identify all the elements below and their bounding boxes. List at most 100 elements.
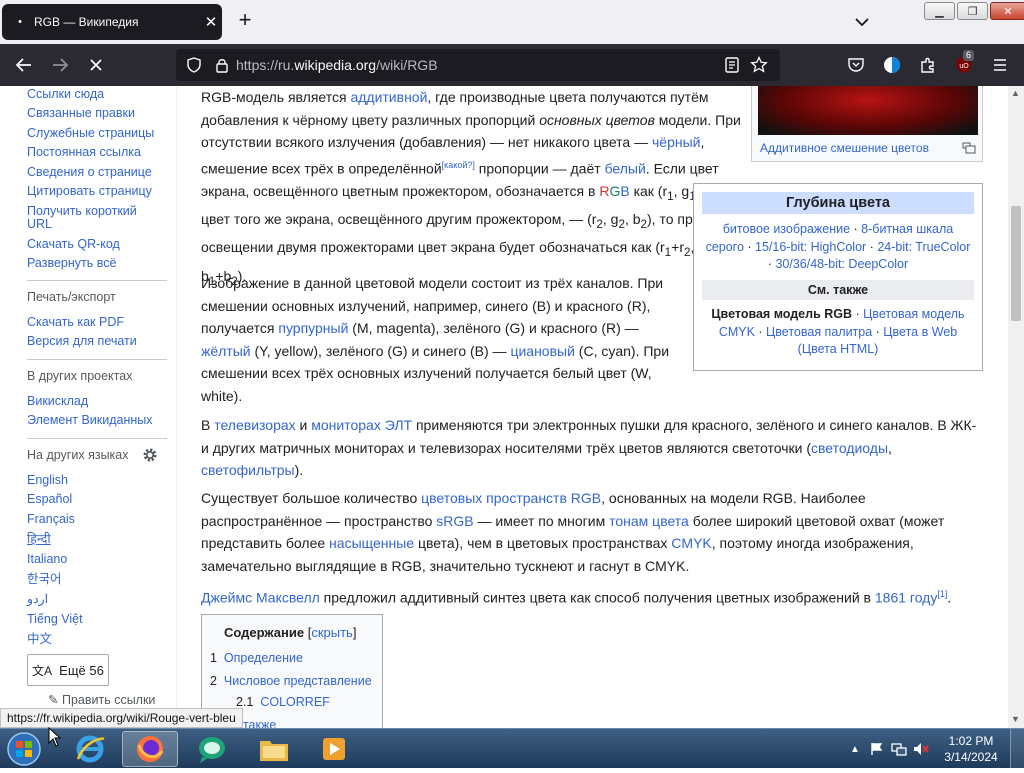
sidebar-divider: [27, 280, 167, 281]
scroll-down-arrow[interactable]: ▼: [1011, 714, 1020, 724]
language-link[interactable]: 한국어: [27, 572, 62, 587]
language-link[interactable]: English: [27, 473, 68, 488]
tab-active[interactable]: • RGB — Википедия ✕: [2, 4, 222, 40]
sidebar-link-special-pages[interactable]: Служебные страницы: [27, 126, 154, 141]
lock-icon[interactable]: [212, 57, 232, 73]
account-icon[interactable]: [876, 49, 908, 81]
show-desktop-button[interactable]: [1010, 729, 1024, 769]
article-link[interactable]: чёрный: [652, 134, 700, 150]
article-link[interactable]: циановый: [510, 343, 574, 359]
article-link[interactable]: Цветовая палитра: [766, 325, 872, 339]
article-link[interactable]: светодиоды: [811, 440, 888, 456]
ublock-extension-icon[interactable]: uO 6: [948, 49, 980, 81]
article-link[interactable]: 1861 году: [875, 590, 937, 606]
sidebar-link-wikidata[interactable]: Элемент Викиданных: [27, 413, 153, 428]
maximize-button[interactable]: ❐: [957, 2, 988, 20]
pocket-icon[interactable]: [840, 49, 872, 81]
more-languages-button[interactable]: 文A Ещё 56: [27, 654, 109, 686]
article-link[interactable]: 30/36/48-bit: DeepColor: [775, 257, 908, 271]
sidebar-link-permanent-link[interactable]: Постоянная ссылка: [27, 145, 141, 160]
list-all-tabs-icon[interactable]: [852, 12, 872, 32]
show-hidden-icons-arrow[interactable]: ▲: [844, 744, 866, 755]
firefox-taskbar-icon[interactable]: [122, 731, 178, 767]
extensions-icon[interactable]: [912, 49, 944, 81]
sidebar-link-expand-all[interactable]: Развернуть всё: [27, 256, 116, 271]
sidebar-link-short-url-2[interactable]: URL: [27, 217, 52, 232]
language-link[interactable]: Español: [27, 492, 72, 507]
tab-close-icon[interactable]: ✕: [200, 13, 222, 31]
article-link[interactable]: жёлтый: [201, 343, 251, 359]
toc-item[interactable]: 1 Определение: [210, 651, 303, 665]
language-settings-gear-icon[interactable]: [142, 447, 158, 468]
sidebar-link-commons[interactable]: Викисклад: [27, 394, 88, 409]
system-tray: ▲ 1:02 PM 3/14/2024: [844, 729, 1024, 769]
clock-time: 1:02 PM: [948, 734, 994, 748]
action-center-flag-icon[interactable]: [866, 742, 888, 756]
article-link[interactable]: светофильтры: [201, 462, 295, 478]
article-link[interactable]: 15/16-bit: HighColor: [755, 240, 866, 254]
sidebar-link-download-pdf[interactable]: Скачать как PDF: [27, 315, 124, 330]
internet-explorer-taskbar-icon[interactable]: [62, 731, 118, 767]
article-link[interactable]: sRGB: [436, 513, 473, 529]
hamburger-menu-icon[interactable]: [984, 49, 1016, 81]
toc-item[interactable]: 2.1 COLORREF: [236, 695, 330, 709]
extension-badge: 6: [963, 50, 975, 61]
article-link[interactable]: CMYK: [671, 535, 711, 551]
language-link[interactable]: Français: [27, 512, 75, 527]
image-caption[interactable]: Аддитивное смешение цветов: [760, 141, 929, 155]
reader-view-icon[interactable]: [724, 57, 740, 76]
enlarge-icon[interactable]: [962, 141, 976, 159]
article-link[interactable]: насыщенные: [329, 535, 414, 551]
article-link[interactable]: мониторах ЭЛТ: [311, 417, 412, 433]
forward-button[interactable]: [44, 49, 76, 81]
navigation-toolbar: https://ru.wikipedia.org/wiki/RGB uO 6: [0, 44, 1024, 86]
file-explorer-taskbar-icon[interactable]: [246, 731, 302, 767]
scroll-up-arrow[interactable]: ▲: [1011, 88, 1020, 98]
language-link[interactable]: 中文: [27, 632, 52, 647]
sidebar-link-what-links-here[interactable]: Ссылки сюда: [27, 87, 104, 102]
navbox-title[interactable]: Глубина цвета: [702, 192, 974, 214]
media-player-taskbar-icon[interactable]: [306, 731, 362, 767]
language-link[interactable]: اردو: [27, 592, 48, 607]
article-link[interactable]: Джеймс Максвелл: [201, 590, 320, 606]
additive-color-image[interactable]: [758, 86, 978, 135]
article-link[interactable]: аддитивной: [350, 89, 427, 105]
system-clock[interactable]: 1:02 PM 3/14/2024: [932, 733, 1010, 765]
minimize-button[interactable]: ▁: [924, 2, 955, 20]
start-button[interactable]: [2, 730, 50, 768]
close-window-button[interactable]: ✕: [990, 2, 1024, 20]
back-button[interactable]: [8, 49, 40, 81]
article-link[interactable]: белый: [605, 160, 646, 176]
edit-links[interactable]: ✎ Править ссылки: [48, 692, 155, 707]
sidebar-link-cite-page[interactable]: Цитировать страницу: [27, 184, 152, 199]
sidebar-link-page-info[interactable]: Сведения о странице: [27, 165, 152, 180]
volume-muted-icon[interactable]: [910, 742, 932, 756]
sidebar-heading-print: Печать/экспорт: [27, 290, 116, 304]
article-link[interactable]: телевизорах: [214, 417, 295, 433]
network-icon[interactable]: [888, 742, 910, 756]
toc-item[interactable]: 2 Числовое представление: [210, 674, 372, 688]
sidebar-link-printable[interactable]: Версия для печати: [27, 334, 137, 349]
sidebar-link-qr-code[interactable]: Скачать QR-код: [27, 237, 120, 252]
sidebar-link-related-changes[interactable]: Связанные правки: [27, 106, 135, 121]
url-text[interactable]: https://ru.wikipedia.org/wiki/RGB: [236, 57, 438, 73]
page-scrollbar[interactable]: ▲ ▼: [1008, 86, 1024, 728]
tracking-protection-icon[interactable]: [184, 57, 204, 73]
language-link[interactable]: Tiếng Việt: [27, 612, 83, 627]
article-link[interactable]: пурпурный: [278, 320, 348, 336]
thumbnail-figure: Аддитивное смешение цветов: [751, 86, 983, 162]
article-link[interactable]: цветовых пространств RGB: [421, 490, 601, 506]
language-link[interactable]: हिन्दी: [27, 532, 51, 547]
article-link[interactable]: тонам цвета: [609, 513, 689, 529]
article-paragraph-3: В телевизорах и мониторах ЭЛТ применяютс…: [201, 417, 977, 478]
article-link[interactable]: 24-bit: TrueColor: [877, 240, 970, 254]
toc-hide-link[interactable]: скрыть: [311, 625, 353, 640]
bookmark-star-icon[interactable]: [750, 55, 768, 77]
new-tab-button[interactable]: +: [232, 8, 258, 34]
scrollbar-thumb[interactable]: [1011, 206, 1021, 321]
chat-app-taskbar-icon[interactable]: [184, 731, 240, 767]
language-link[interactable]: Italiano: [27, 552, 67, 567]
url-bar[interactable]: https://ru.wikipedia.org/wiki/RGB: [176, 49, 780, 81]
stop-loading-button[interactable]: [80, 49, 112, 81]
article-link[interactable]: битовое изображение: [723, 222, 850, 236]
